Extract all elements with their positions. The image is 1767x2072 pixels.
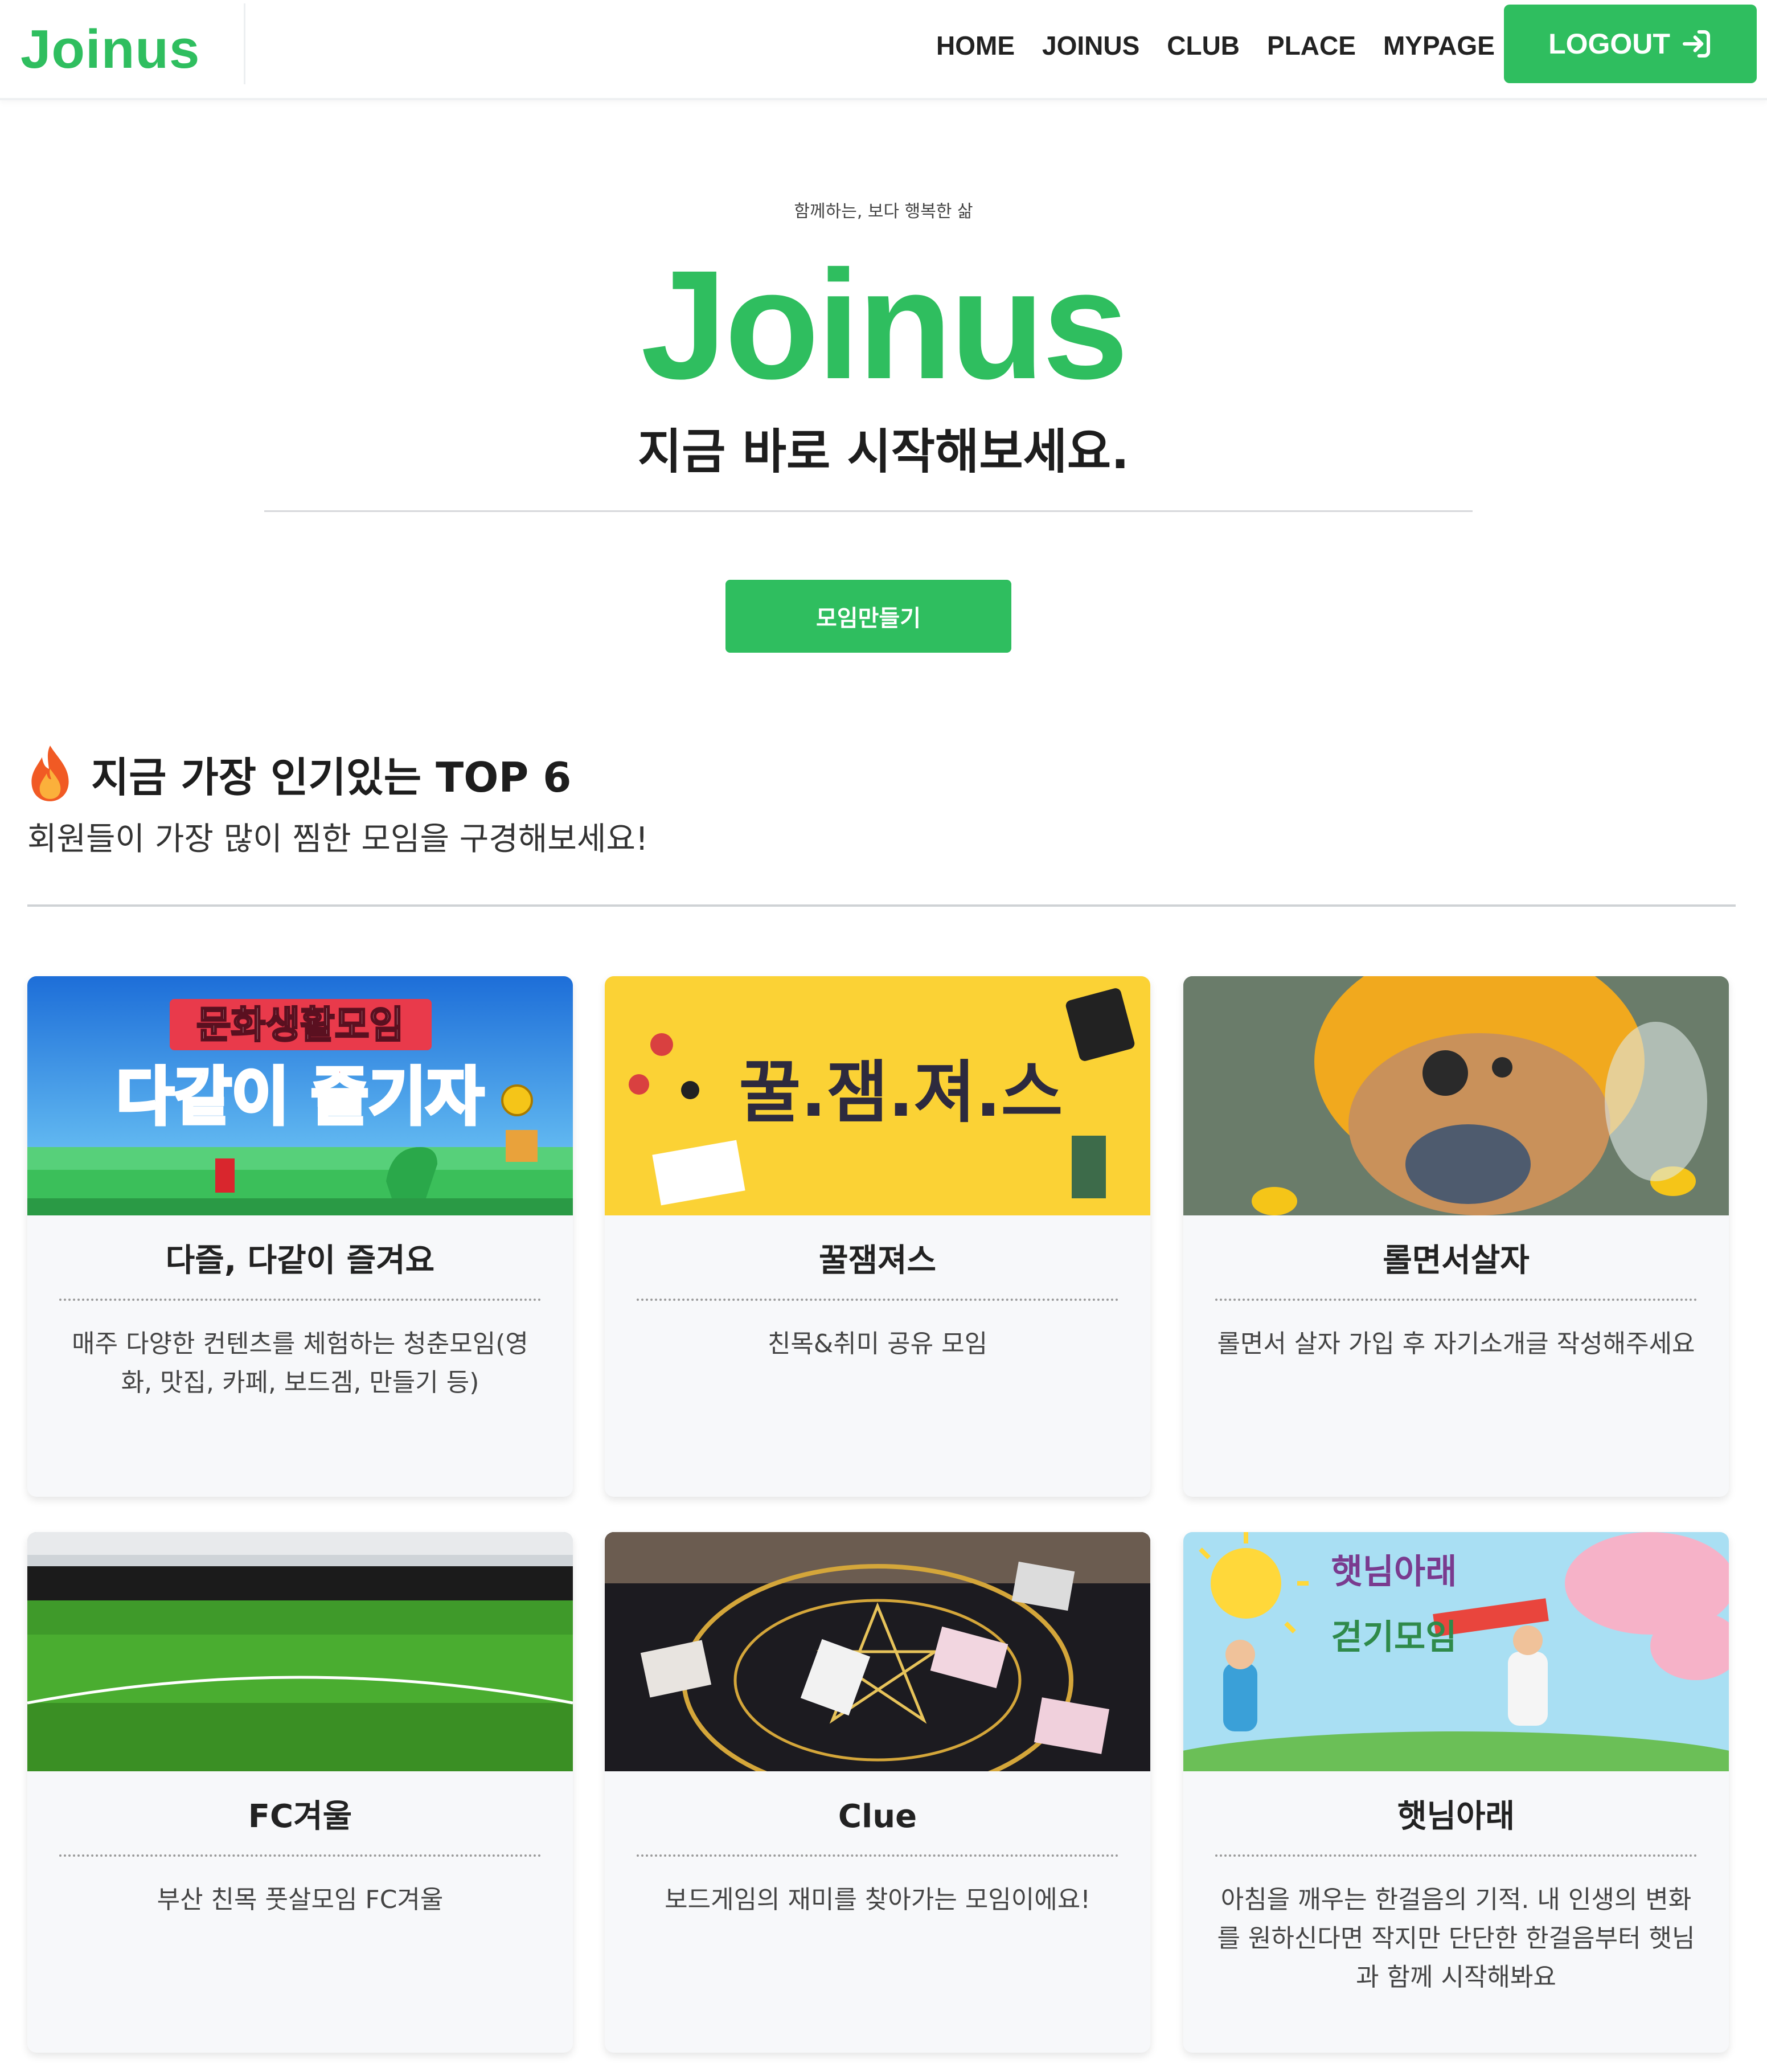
club-description: 아침을 깨우는 한걸음의 기적. 내 인생의 변화를 원하신다면 작지만 단단한… (1217, 1885, 1695, 1992)
svg-text:꿀.잼.져.스: 꿀.잼.져.스 (739, 1053, 1063, 1132)
card-divider (1215, 1854, 1697, 1857)
card-divider (637, 1854, 1118, 1857)
nav-links: HOME JOINUS CLUB PLACE MYPAGE (923, 23, 1508, 68)
club-card[interactable]: 꿀.잼.져.스 꿀잼져스 친목&취미 공유 모임 (605, 976, 1150, 1497)
section-divider (27, 904, 1736, 907)
club-title[interactable]: 햇님아래 (1183, 1794, 1729, 1840)
club-image: 꿀.잼.져.스 (605, 976, 1150, 1215)
hero-subtitle: 지금 바로 시작해보세요. (637, 424, 1130, 480)
club-image (1183, 976, 1729, 1215)
club-description: 보드게임의 재미를 찾아가는 모임이에요! (665, 1885, 1090, 1914)
club-image: 햇님아래 걷기모임 (1183, 1532, 1729, 1771)
section-title: 지금 가장 인기있는 TOP 6 (26, 739, 571, 808)
nav-home[interactable]: HOME (923, 23, 1028, 68)
club-card[interactable]: 햇님아래 걷기모임 햇님아래 아침을 깨우는 한걸음의 기적. 내 인생의 변화… (1183, 1532, 1729, 2053)
section-title-text: 지금 가장 인기있는 TOP 6 (91, 753, 572, 801)
club-title[interactable]: 다즐, 다같이 즐겨요 (27, 1238, 573, 1284)
club-title[interactable]: FC겨울 (27, 1794, 573, 1840)
brand-logo[interactable]: Joinus (21, 13, 200, 87)
logout-button[interactable]: LOGOUT (1504, 5, 1757, 83)
club-description: 매주 다양한 컨텐츠를 체험하는 청춘모임(영화, 맛집, 카페, 보드겜, 만… (72, 1329, 528, 1397)
club-card[interactable]: 문화생활모임 다같이 즐기자 다즐, 다같이 즐겨요 매주 다양한 컨텐츠를 체… (27, 976, 573, 1497)
svg-text:햇님아래: 햇님아래 (1331, 1552, 1457, 1592)
card-divider (59, 1854, 541, 1857)
card-divider (1215, 1299, 1697, 1301)
nav-place[interactable]: PLACE (1253, 23, 1370, 68)
hero-kicker: 함께하는, 보다 행복한 삶 (794, 202, 973, 222)
club-image (27, 1532, 573, 1771)
card-divider (59, 1299, 541, 1301)
club-image (605, 1532, 1150, 1771)
hero-divider (264, 510, 1473, 512)
club-card[interactable]: FC겨울 부산 친목 풋살모임 FC겨울 (27, 1532, 573, 2053)
club-card[interactable]: Clue 보드게임의 재미를 찾아가는 모임이에요! (605, 1532, 1150, 2053)
sign-in-arrow-icon (1682, 30, 1710, 58)
create-club-button[interactable]: 모임만들기 (725, 580, 1011, 653)
svg-text:걷기모임: 걷기모임 (1331, 1618, 1457, 1657)
club-description: 친목&취미 공유 모임 (767, 1329, 988, 1358)
club-description: 부산 친목 풋살모임 FC겨울 (157, 1885, 444, 1914)
card-divider (637, 1299, 1118, 1301)
nav-joinus[interactable]: JOINUS (1028, 23, 1153, 68)
club-title[interactable]: 롤면서살자 (1183, 1238, 1729, 1284)
nav-mypage[interactable]: MYPAGE (1370, 23, 1508, 68)
club-title[interactable]: 꿀잼져스 (605, 1238, 1150, 1284)
club-title[interactable]: Clue (605, 1794, 1150, 1840)
brand-divider (244, 3, 245, 84)
nav-club[interactable]: CLUB (1153, 23, 1253, 68)
section-description: 회원들이 가장 많이 찜한 모임을 구경해보세요! (27, 821, 649, 858)
club-card[interactable]: 롤면서살자 롤면서 살자 가입 후 자기소개글 작성해주세요 (1183, 976, 1729, 1497)
club-description: 롤면서 살자 가입 후 자기소개글 작성해주세요 (1217, 1329, 1695, 1358)
hero-logo: Joinus (641, 238, 1129, 411)
svg-text:다같이 즐기자: 다같이 즐기자 (116, 1060, 484, 1133)
svg-text:문화생활모임: 문화생활모임 (196, 1003, 404, 1047)
club-image: 문화생활모임 다같이 즐기자 (27, 976, 573, 1215)
logout-label: LOGOUT (1548, 28, 1670, 60)
fire-icon (31, 746, 69, 801)
navbar: Joinus HOME JOINUS CLUB PLACE MYPAGE LOG… (0, 0, 1767, 100)
